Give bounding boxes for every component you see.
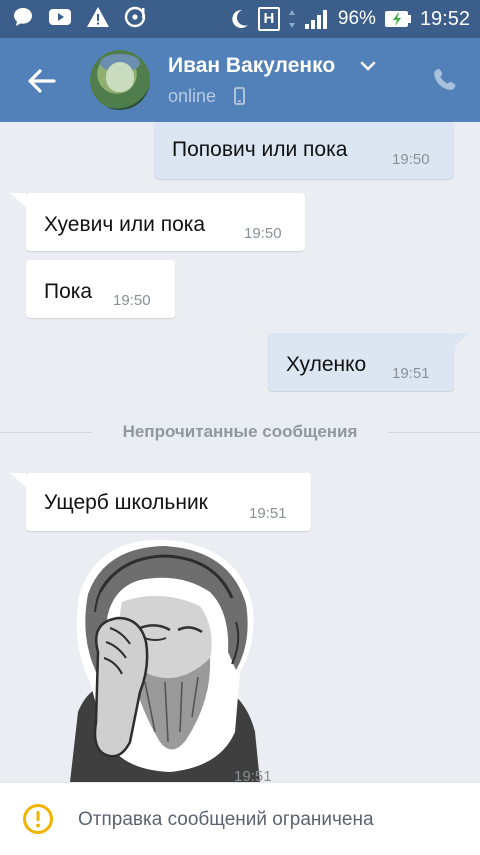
message-time: 19:51 [392, 365, 430, 382]
youtube-icon [49, 9, 71, 25]
network-h-icon: H [257, 7, 280, 31]
presence-status: online [168, 86, 217, 106]
bubble-tail [10, 473, 26, 487]
restriction-notice: Отправка сообщений ограничена [0, 782, 480, 855]
message-time: 19:51 [249, 505, 287, 522]
message-text: Хуленко [286, 353, 367, 376]
data-arrows-icon [288, 10, 295, 28]
contact-name[interactable]: Иван Вакуленко [168, 54, 335, 78]
chevron-down-icon[interactable] [360, 60, 376, 72]
clock: 19:52 [419, 7, 470, 30]
avatar[interactable] [90, 50, 150, 110]
chat-bubble-icon [14, 8, 32, 26]
message-incoming[interactable]: Ущерб школьник 19:51 [26, 473, 311, 531]
status-bar: H 96% 19:52 [0, 0, 480, 38]
message-incoming[interactable]: Хуевич или пока 19:50 [26, 193, 305, 251]
message-text: Ущерб школьник [44, 491, 208, 514]
back-arrow-icon[interactable] [24, 64, 58, 98]
warning-icon [87, 7, 109, 27]
message-time: 19:50 [392, 151, 430, 168]
bubble-tail [454, 333, 470, 347]
message-outgoing[interactable]: Попович или пока 19:50 [154, 122, 454, 179]
message-time: 19:50 [113, 292, 151, 309]
battery-charging-icon [384, 11, 411, 27]
message-time: 19:50 [244, 225, 282, 242]
message-incoming[interactable]: Пока 19:50 [26, 260, 175, 318]
message-outgoing[interactable]: Хуленко 19:51 [268, 333, 454, 391]
phone-call-icon[interactable] [430, 66, 460, 96]
signal-icon [304, 10, 327, 29]
unread-divider: Непрочитанные сообщения [122, 422, 358, 441]
mobile-phone-icon [234, 87, 245, 105]
message-time: 19:51 [234, 768, 272, 782]
message-text: Хуевич или пока [44, 213, 206, 236]
message-text: Пока [44, 280, 93, 303]
vinyl-icon [124, 6, 146, 28]
message-text: Попович или пока [172, 138, 348, 161]
chat-header: Иван Вакуленко online [0, 38, 480, 122]
battery-percent: 96% [337, 8, 376, 29]
restriction-text: Отправка сообщений ограничена [78, 809, 374, 830]
facepalm-sticker[interactable] [60, 532, 270, 782]
warning-circle-icon [23, 804, 53, 834]
bubble-tail [10, 193, 26, 207]
message-list[interactable]: Попович или пока 19:50 Хуевич или пока 1… [0, 122, 480, 782]
moon-icon [232, 9, 248, 28]
